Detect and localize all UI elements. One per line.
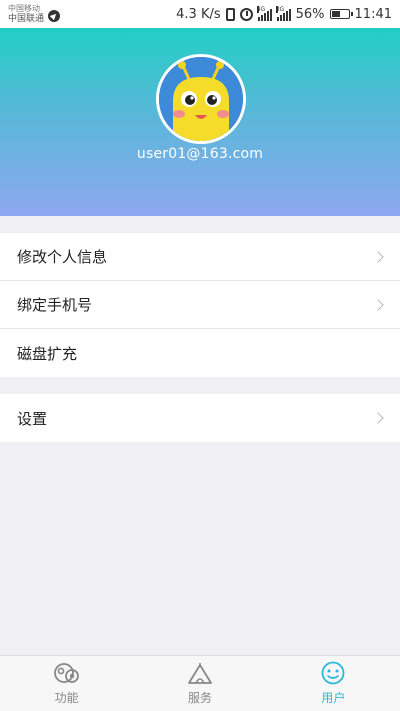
carrier-top: 中国移动 [8, 3, 40, 13]
tab-label: 用户 [321, 691, 346, 705]
menu-item-bind-phone[interactable]: 绑定手机号 [0, 281, 400, 329]
menu-item-settings[interactable]: 设置 [0, 394, 400, 442]
status-indicators: 4.3 K/s 4G 3G 56% 11:41 [176, 5, 392, 22]
battery-percent: 56% [295, 6, 325, 22]
bottom-tab-bar: 功能 服务 用户 [0, 655, 400, 711]
user-email: user01@163.com [136, 146, 264, 162]
signal-4g-icon: 4G [256, 5, 272, 21]
menu-item-label: 设置 [17, 409, 48, 428]
signal-3g-icon: 3G [275, 5, 291, 21]
chevron-right-icon [372, 250, 384, 263]
tab-service[interactable]: 服务 [133, 656, 266, 711]
carrier-info: 中国移动 中国联通 [8, 3, 61, 26]
tab-label: 功能 [54, 691, 79, 705]
menu-item-label: 磁盘扩充 [17, 344, 78, 363]
chevron-right-icon [372, 298, 384, 311]
vibrate-icon [225, 7, 235, 21]
battery-icon [329, 9, 353, 19]
menu-item-disk-expand[interactable]: 磁盘扩充 [0, 329, 400, 377]
status-bar: 中国移动 中国联通 4.3 K/s 4G 3G 56% 11:41 [0, 0, 400, 28]
chevron-right-icon [372, 412, 384, 424]
alarm-icon [239, 7, 253, 21]
tab-user[interactable]: 用户 [267, 656, 400, 711]
menu-item-label: 修改个人信息 [17, 248, 108, 266]
tab-label: 服务 [187, 691, 212, 705]
yellow-bug-avatar-icon [159, 57, 243, 141]
service-icon [188, 663, 212, 684]
carrier-bottom: 中国联通 [8, 14, 45, 24]
menu-item-edit-profile[interactable]: 修改个人信息 [0, 233, 400, 281]
user-smile-icon [321, 661, 345, 685]
navigation-icon [48, 9, 61, 22]
tab-function[interactable]: 功能 [0, 656, 133, 711]
menu-item-label: 绑定手机号 [17, 296, 93, 314]
clock: 11:41 [354, 6, 392, 22]
profile-header: user01@163.com [0, 28, 400, 216]
avatar[interactable] [156, 54, 246, 144]
function-icon [53, 663, 79, 683]
menu-group-account: 修改个人信息 绑定手机号 磁盘扩充 [0, 233, 400, 377]
menu-group-settings: 设置 [0, 394, 400, 442]
net-speed: 4.3 K/s [176, 6, 221, 22]
